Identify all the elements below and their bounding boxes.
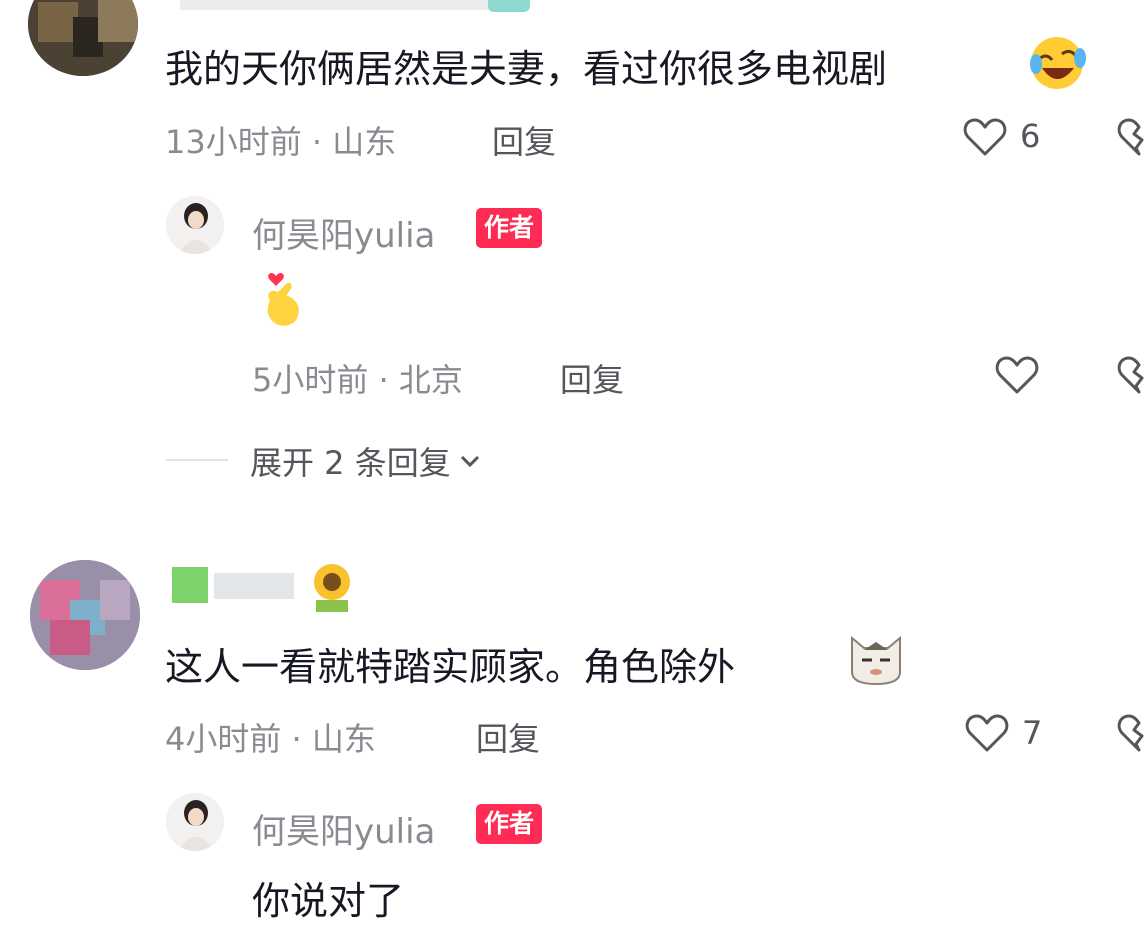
reply-time-location: 5小时前 · 北京 <box>252 361 463 399</box>
comment-time-location: 13小时前 · 山东 <box>165 123 397 161</box>
smug-cat-emoji <box>846 628 906 686</box>
like-button[interactable] <box>960 112 1010 162</box>
reply-button[interactable]: 回复 <box>560 355 624 401</box>
comment-time-location: 4小时前 · 山东 <box>165 720 376 758</box>
like-button[interactable] <box>962 708 1012 758</box>
author-name[interactable]: 何昊阳yulia <box>252 208 435 257</box>
like-count: 6 <box>1020 117 1041 155</box>
broken-heart-icon <box>1117 714 1144 752</box>
broken-heart-icon <box>1117 356 1144 394</box>
comment-text: 我的天你俩居然是夫妻，看过你很多电视剧 <box>165 47 888 91</box>
laughing-crying-emoji <box>1028 34 1086 92</box>
commenter-avatar[interactable] <box>30 560 140 670</box>
reply-button[interactable]: 回复 <box>476 714 540 760</box>
commenter-avatar[interactable] <box>28 0 138 76</box>
finger-heart-emoji <box>258 266 308 330</box>
sunflower-icon <box>308 560 356 612</box>
expand-replies-button[interactable]: 展开 2 条回复 <box>250 438 483 484</box>
dislike-button[interactable] <box>1114 112 1148 162</box>
expand-divider <box>166 459 228 461</box>
dislike-button[interactable] <box>1114 708 1148 758</box>
broken-heart-icon <box>1117 118 1144 156</box>
heart-icon <box>963 118 1007 156</box>
dislike-button[interactable] <box>1114 350 1148 400</box>
author-avatar[interactable] <box>166 793 224 851</box>
like-count: 7 <box>1022 714 1043 752</box>
blurred-username <box>172 565 302 605</box>
reply-button[interactable]: 回复 <box>492 117 556 163</box>
comment-text: 这人一看就特踏实顾家。角色除外 <box>165 645 736 689</box>
blurred-username-badge <box>488 0 530 12</box>
heart-icon <box>995 356 1039 394</box>
expand-replies-label: 展开 2 条回复 <box>250 444 451 482</box>
heart-icon <box>965 714 1009 752</box>
author-badge: 作者 <box>476 804 543 844</box>
like-button[interactable] <box>992 350 1042 400</box>
blurred-username <box>180 0 500 10</box>
reply-text: 你说对了 <box>252 879 405 923</box>
author-badge: 作者 <box>476 208 543 248</box>
author-name[interactable]: 何昊阳yulia <box>252 804 435 853</box>
chevron-down-icon <box>460 455 479 468</box>
author-avatar[interactable] <box>166 196 224 254</box>
